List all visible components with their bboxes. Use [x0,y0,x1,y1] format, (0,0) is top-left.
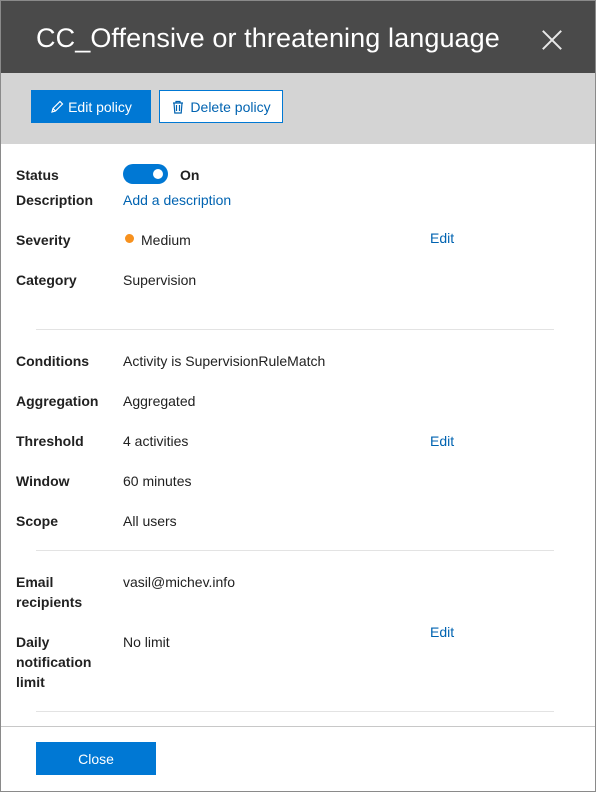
daily-label-line2: notification [16,654,92,670]
email-label-line1: Email [16,574,54,590]
status-label: Status [16,167,59,183]
email-label-line2: recipients [16,594,83,610]
edit-link-conditions[interactable]: Edit [430,431,454,451]
panel-header: CC_Offensive or threatening language [1,1,595,73]
aggregation-label: Aggregation [16,393,99,409]
section-divider [36,550,554,551]
conditions-value: Activity is SupervisionRuleMatch [123,353,326,369]
edit-link-general[interactable]: Edit [430,228,454,248]
category-value: Supervision [123,272,197,288]
window-label: Window [16,473,70,489]
daily-limit-label: Daily notification limit [16,632,91,692]
footer-divider [1,726,595,727]
delete-policy-button[interactable]: Delete policy [159,90,283,123]
edit-policy-button[interactable]: Edit policy [31,90,151,123]
window-value: 60 minutes [123,473,192,489]
daily-label-line1: Daily [16,634,50,650]
delete-policy-label: Delete policy [190,98,271,115]
edit-policy-label: Edit policy [68,98,132,115]
severity-dot-icon [125,234,134,243]
toggle-knob [153,169,163,179]
policy-details-panel: CC_Offensive or threatening language Edi… [0,0,596,792]
add-description-link[interactable]: Add a description [123,190,231,210]
category-label: Category [16,272,77,288]
threshold-value: 4 activities [123,433,189,449]
status-toggle[interactable] [123,164,168,184]
scope-label: Scope [16,513,59,529]
trash-icon [173,100,184,114]
severity-label: Severity [16,232,71,248]
threshold-label: Threshold [16,433,84,449]
scrollbar[interactable] [590,144,595,726]
daily-limit-value: No limit [123,634,170,650]
section-divider [36,329,554,330]
section-divider [36,711,554,712]
panel-title: CC_Offensive or threatening language [36,23,500,53]
email-recipients-label: Email recipients [16,572,82,612]
close-button[interactable]: Close [36,742,156,775]
edit-link-notifications[interactable]: Edit [430,622,454,642]
close-icon[interactable] [541,29,563,51]
pencil-icon [51,100,64,113]
aggregation-value: Aggregated [123,393,196,409]
conditions-label: Conditions [16,353,90,369]
status-value: On [180,167,200,183]
email-recipients-value: vasil@michev.info [123,574,235,590]
severity-value: Medium [141,232,191,248]
scope-value: All users [123,513,177,529]
description-label: Description [16,192,94,208]
daily-label-line3: limit [16,674,45,690]
action-toolbar: Edit policy Delete policy [1,73,595,144]
